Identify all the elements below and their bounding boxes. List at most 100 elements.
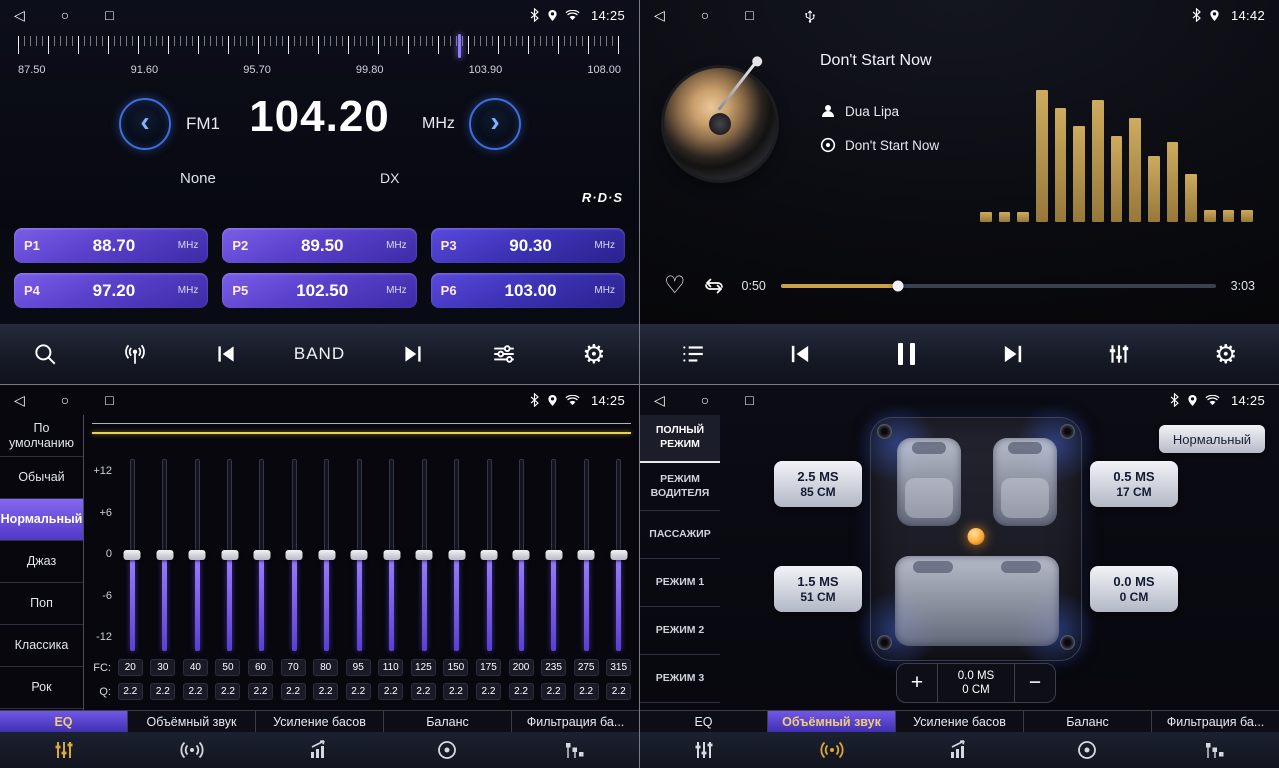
eq-band-slider[interactable] <box>148 459 180 651</box>
tab-bass[interactable]: Усиление басов <box>896 711 1024 732</box>
preset-p2-button[interactable]: P2 89.50 MHz <box>222 228 416 263</box>
eq-band-slider[interactable] <box>473 459 505 651</box>
surround-mode-item[interactable]: РЕЖИМ 2 <box>640 607 720 655</box>
delay-decrease-button[interactable]: − <box>1015 664 1055 702</box>
settings-button[interactable]: ⚙ <box>572 332 616 376</box>
nav-recents-button[interactable]: □ <box>745 8 753 22</box>
listening-position-marker[interactable] <box>968 528 985 545</box>
preset-p4-button[interactable]: P4 97.20 MHz <box>14 273 208 308</box>
equalizer-button[interactable] <box>1097 332 1141 376</box>
tab-surround[interactable]: Объёмный звук <box>128 711 256 732</box>
front-left-delay-button[interactable]: 2.5 MS 85 CM <box>774 461 862 507</box>
rear-left-delay-button[interactable]: 1.5 MS 51 CM <box>774 566 862 612</box>
eq-preset-item[interactable]: По умолчанию <box>0 415 83 457</box>
eq-band-slider[interactable] <box>311 459 343 651</box>
tab-balance-icon-button[interactable] <box>1023 732 1151 768</box>
eq-slider-handle[interactable] <box>545 550 562 560</box>
eq-slider-handle[interactable] <box>318 550 335 560</box>
eq-slider-handle[interactable] <box>610 550 627 560</box>
eq-preset-item[interactable]: Классика <box>0 625 83 667</box>
tab-eq[interactable]: EQ <box>640 711 768 732</box>
eq-preset-item[interactable]: Обычай <box>0 457 83 499</box>
tab-eq-icon-button[interactable] <box>640 732 768 768</box>
pause-button[interactable] <box>884 332 928 376</box>
eq-band-slider[interactable] <box>278 459 310 651</box>
eq-slider-handle[interactable] <box>481 550 498 560</box>
eq-band-slider[interactable] <box>116 459 148 651</box>
nav-back-button[interactable]: ◁ <box>14 393 25 407</box>
next-station-button[interactable] <box>391 332 435 376</box>
surround-mode-item[interactable]: РЕЖИМ 1 <box>640 559 720 607</box>
eq-slider-handle[interactable] <box>351 550 368 560</box>
preset-p1-button[interactable]: P1 88.70 MHz <box>14 228 208 263</box>
delay-increase-button[interactable]: + <box>897 664 937 702</box>
repeat-button[interactable] <box>701 275 727 297</box>
nav-home-button[interactable]: ○ <box>701 8 709 22</box>
nav-recents-button[interactable]: □ <box>745 393 753 407</box>
eq-slider-handle[interactable] <box>286 550 303 560</box>
tab-filter[interactable]: Фильтрация ба... <box>512 711 639 732</box>
eq-band-slider[interactable] <box>538 459 570 651</box>
eq-band-slider[interactable] <box>505 459 537 651</box>
eq-slider-handle[interactable] <box>383 550 400 560</box>
preset-p5-button[interactable]: P5 102.50 MHz <box>222 273 416 308</box>
playlist-button[interactable] <box>671 332 715 376</box>
surround-mode-item[interactable]: ПАССАЖИР <box>640 511 720 559</box>
rear-right-delay-button[interactable]: 0.0 MS 0 CM <box>1090 566 1178 612</box>
tab-surround-icon-button[interactable] <box>128 732 256 768</box>
preset-p3-button[interactable]: P3 90.30 MHz <box>431 228 625 263</box>
eq-preset-item[interactable]: Нормальный <box>0 499 83 541</box>
eq-slider-handle[interactable] <box>416 550 433 560</box>
nav-recents-button[interactable]: □ <box>105 8 113 22</box>
eq-band-slider[interactable] <box>603 459 635 651</box>
tuner-pointer[interactable] <box>458 34 461 58</box>
prev-station-button[interactable] <box>204 332 248 376</box>
eq-slider-handle[interactable] <box>448 550 465 560</box>
tab-filter-icon-button[interactable] <box>1151 732 1279 768</box>
eq-band-slider[interactable] <box>570 459 602 651</box>
surround-mode-item[interactable]: ПОЛНЫЙ РЕЖИМ <box>640 415 720 463</box>
tab-surround[interactable]: Объёмный звук <box>768 711 896 732</box>
eq-slider-handle[interactable] <box>124 550 141 560</box>
nav-recents-button[interactable]: □ <box>105 393 113 407</box>
tab-bass-icon-button[interactable] <box>256 732 384 768</box>
progress-bar[interactable] <box>781 284 1216 288</box>
tab-surround-icon-button[interactable] <box>768 732 896 768</box>
eq-band-slider[interactable] <box>246 459 278 651</box>
nav-back-button[interactable]: ◁ <box>654 8 665 22</box>
tab-filter[interactable]: Фильтрация ба... <box>1152 711 1279 732</box>
next-track-button[interactable] <box>991 332 1035 376</box>
progress-knob[interactable] <box>893 281 904 292</box>
tab-bass-icon-button[interactable] <box>896 732 1024 768</box>
eq-slider-handle[interactable] <box>513 550 530 560</box>
tab-bass[interactable]: Усиление басов <box>256 711 384 732</box>
tune-up-button[interactable]: › <box>469 98 521 150</box>
band-button[interactable]: BAND <box>294 332 345 376</box>
preset-p6-button[interactable]: P6 103.00 MHz <box>431 273 625 308</box>
eq-band-slider[interactable] <box>376 459 408 651</box>
nav-home-button[interactable]: ○ <box>61 393 69 407</box>
eq-slider-handle[interactable] <box>189 550 206 560</box>
eq-preset-item[interactable]: Рок <box>0 667 83 709</box>
nav-home-button[interactable]: ○ <box>701 393 709 407</box>
nav-back-button[interactable]: ◁ <box>654 393 665 407</box>
eq-slider-handle[interactable] <box>221 550 238 560</box>
scan-button[interactable] <box>23 332 67 376</box>
nav-back-button[interactable]: ◁ <box>14 8 25 22</box>
frequency-ruler[interactable]: 87.50 91.60 95.70 99.80 103.90 108.00 <box>18 34 621 84</box>
eq-band-slider[interactable] <box>408 459 440 651</box>
tab-balance-icon-button[interactable] <box>383 732 511 768</box>
eq-band-slider[interactable] <box>440 459 472 651</box>
favorite-button[interactable]: ♡ <box>664 274 686 298</box>
tab-filter-icon-button[interactable] <box>511 732 639 768</box>
eq-preset-item[interactable]: Джаз <box>0 541 83 583</box>
tab-eq-icon-button[interactable] <box>0 732 128 768</box>
surround-mode-item[interactable]: РЕЖИМ ВОДИТЕЛЯ <box>640 463 720 511</box>
audio-settings-button[interactable] <box>482 332 526 376</box>
broadcast-button[interactable] <box>113 332 157 376</box>
surround-mode-item[interactable]: РЕЖИМ 3 <box>640 655 720 703</box>
eq-band-slider[interactable] <box>181 459 213 651</box>
tab-balance[interactable]: Баланс <box>1024 711 1152 732</box>
eq-band-slider[interactable] <box>343 459 375 651</box>
eq-preset-item[interactable]: Поп <box>0 583 83 625</box>
